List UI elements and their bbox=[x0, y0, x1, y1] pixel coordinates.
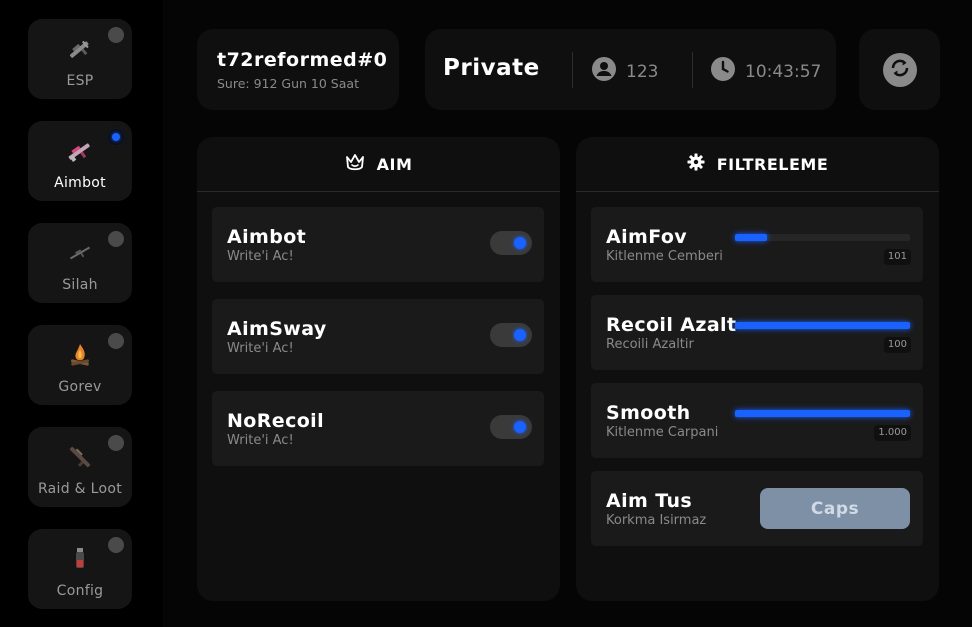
aimsway-toggle[interactable] bbox=[490, 323, 532, 347]
sidebar-item-gorev[interactable]: Gorev bbox=[28, 325, 132, 405]
row-title: Smooth bbox=[606, 402, 691, 424]
row-subtitle: Kitlenme Carpani bbox=[606, 425, 719, 440]
sidebar-item-label: Silah bbox=[62, 277, 98, 293]
aimfov-row: AimFov Kitlenme Cemberi 101 bbox=[591, 207, 923, 282]
user-count-stat: 123 bbox=[592, 57, 658, 86]
value-badge: 100 bbox=[883, 337, 911, 353]
aimfov-slider[interactable] bbox=[735, 234, 910, 241]
smooth-slider[interactable] bbox=[735, 410, 910, 417]
row-title: AimFov bbox=[606, 226, 688, 248]
norecoil-toggle[interactable] bbox=[490, 415, 532, 439]
mode-title: Private bbox=[443, 55, 540, 81]
silah-rifle-icon bbox=[65, 238, 95, 268]
row-title: Recoil Azalt bbox=[606, 314, 737, 336]
campfire-icon bbox=[65, 340, 95, 370]
config-flask-icon bbox=[65, 544, 95, 574]
row-subtitle: Write'i Ac! bbox=[227, 433, 294, 448]
value-badge: 1.000 bbox=[874, 425, 911, 441]
esp-rifle-icon bbox=[65, 34, 95, 64]
recoil-azalt-row: Recoil Azalt Recoili Azaltir 100 bbox=[591, 295, 923, 370]
row-title: NoRecoil bbox=[227, 410, 325, 432]
sidebar-item-esp[interactable]: ESP bbox=[28, 19, 132, 99]
slider-fill bbox=[735, 234, 767, 241]
divider bbox=[572, 52, 573, 88]
sidebar: ESP Aimbot Silah Gorev Raid & Loot Confi… bbox=[0, 0, 163, 627]
value-badge: 101 bbox=[883, 249, 911, 265]
sidebar-item-silah[interactable]: Silah bbox=[28, 223, 132, 303]
status-dot bbox=[108, 129, 124, 145]
toggle-knob bbox=[514, 421, 526, 433]
clock-stat: 10:43:57 bbox=[711, 57, 821, 86]
refresh-card bbox=[859, 29, 940, 110]
sidebar-item-label: Config bbox=[56, 583, 104, 599]
gear-icon bbox=[687, 153, 705, 175]
aim-tus-row: Aim Tus Korkma Isirmaz Caps bbox=[591, 471, 923, 546]
username: t72reformed#0 bbox=[217, 49, 388, 71]
row-subtitle: Write'i Ac! bbox=[227, 341, 294, 356]
filter-panel: FILTRELEME AimFov Kitlenme Cemberi 101 R… bbox=[576, 137, 939, 601]
sidebar-item-aimbot[interactable]: Aimbot bbox=[28, 121, 132, 201]
row-title: Aimbot bbox=[227, 226, 307, 248]
row-title: Aim Tus bbox=[606, 490, 693, 512]
crown-icon bbox=[345, 153, 365, 175]
status-dot bbox=[108, 333, 124, 349]
row-subtitle: Recoili Azaltir bbox=[606, 337, 694, 352]
row-subtitle: Write'i Ac! bbox=[227, 249, 294, 264]
sidebar-item-label: Raid & Loot bbox=[37, 481, 123, 497]
sidebar-item-config[interactable]: Config bbox=[28, 529, 132, 609]
loot-weapon-icon bbox=[65, 442, 95, 472]
status-card: Private 123 10:43:57 bbox=[425, 29, 836, 110]
status-dot bbox=[108, 435, 124, 451]
status-dot bbox=[108, 231, 124, 247]
row-title: AimSway bbox=[227, 318, 327, 340]
sidebar-item-label: Gorev bbox=[58, 379, 102, 395]
user-card: t72reformed#0 Sure: 912 Gun 10 Saat bbox=[197, 29, 399, 110]
clock-icon bbox=[711, 57, 735, 86]
keybind-button[interactable]: Caps bbox=[760, 488, 910, 529]
status-dot bbox=[108, 537, 124, 553]
slider-fill bbox=[735, 410, 910, 417]
refresh-icon bbox=[889, 57, 911, 83]
aim-panel-header: AIM bbox=[197, 137, 560, 192]
sidebar-item-label: Aimbot bbox=[54, 175, 106, 191]
filter-panel-header: FILTRELEME bbox=[576, 137, 939, 192]
refresh-button[interactable] bbox=[883, 53, 917, 87]
user-icon bbox=[592, 57, 616, 86]
aimsway-row: AimSway Write'i Ac! bbox=[212, 299, 544, 374]
norecoil-row: NoRecoil Write'i Ac! bbox=[212, 391, 544, 466]
clock-time: 10:43:57 bbox=[745, 61, 822, 82]
row-subtitle: Kitlenme Cemberi bbox=[606, 249, 723, 264]
aimbot-rifle-icon bbox=[65, 136, 95, 166]
slider-fill bbox=[735, 322, 910, 329]
filter-panel-title: FILTRELEME bbox=[716, 154, 829, 174]
status-dot bbox=[108, 27, 124, 43]
toggle-knob bbox=[514, 329, 526, 341]
toggle-knob bbox=[514, 237, 526, 249]
divider bbox=[692, 52, 693, 88]
subscription-time: Sure: 912 Gun 10 Saat bbox=[217, 76, 359, 91]
recoil-azalt-slider[interactable] bbox=[735, 322, 910, 329]
aimbot-row: Aimbot Write'i Ac! bbox=[212, 207, 544, 282]
aim-panel-title: AIM bbox=[376, 154, 413, 174]
sidebar-item-label: ESP bbox=[66, 73, 94, 89]
sidebar-item-raid-loot[interactable]: Raid & Loot bbox=[28, 427, 132, 507]
smooth-row: Smooth Kitlenme Carpani 1.000 bbox=[591, 383, 923, 458]
aimbot-toggle[interactable] bbox=[490, 231, 532, 255]
user-count: 123 bbox=[626, 61, 659, 82]
aim-panel: AIM Aimbot Write'i Ac! AimSway Write'i A… bbox=[197, 137, 560, 601]
row-subtitle: Korkma Isirmaz bbox=[606, 513, 707, 528]
